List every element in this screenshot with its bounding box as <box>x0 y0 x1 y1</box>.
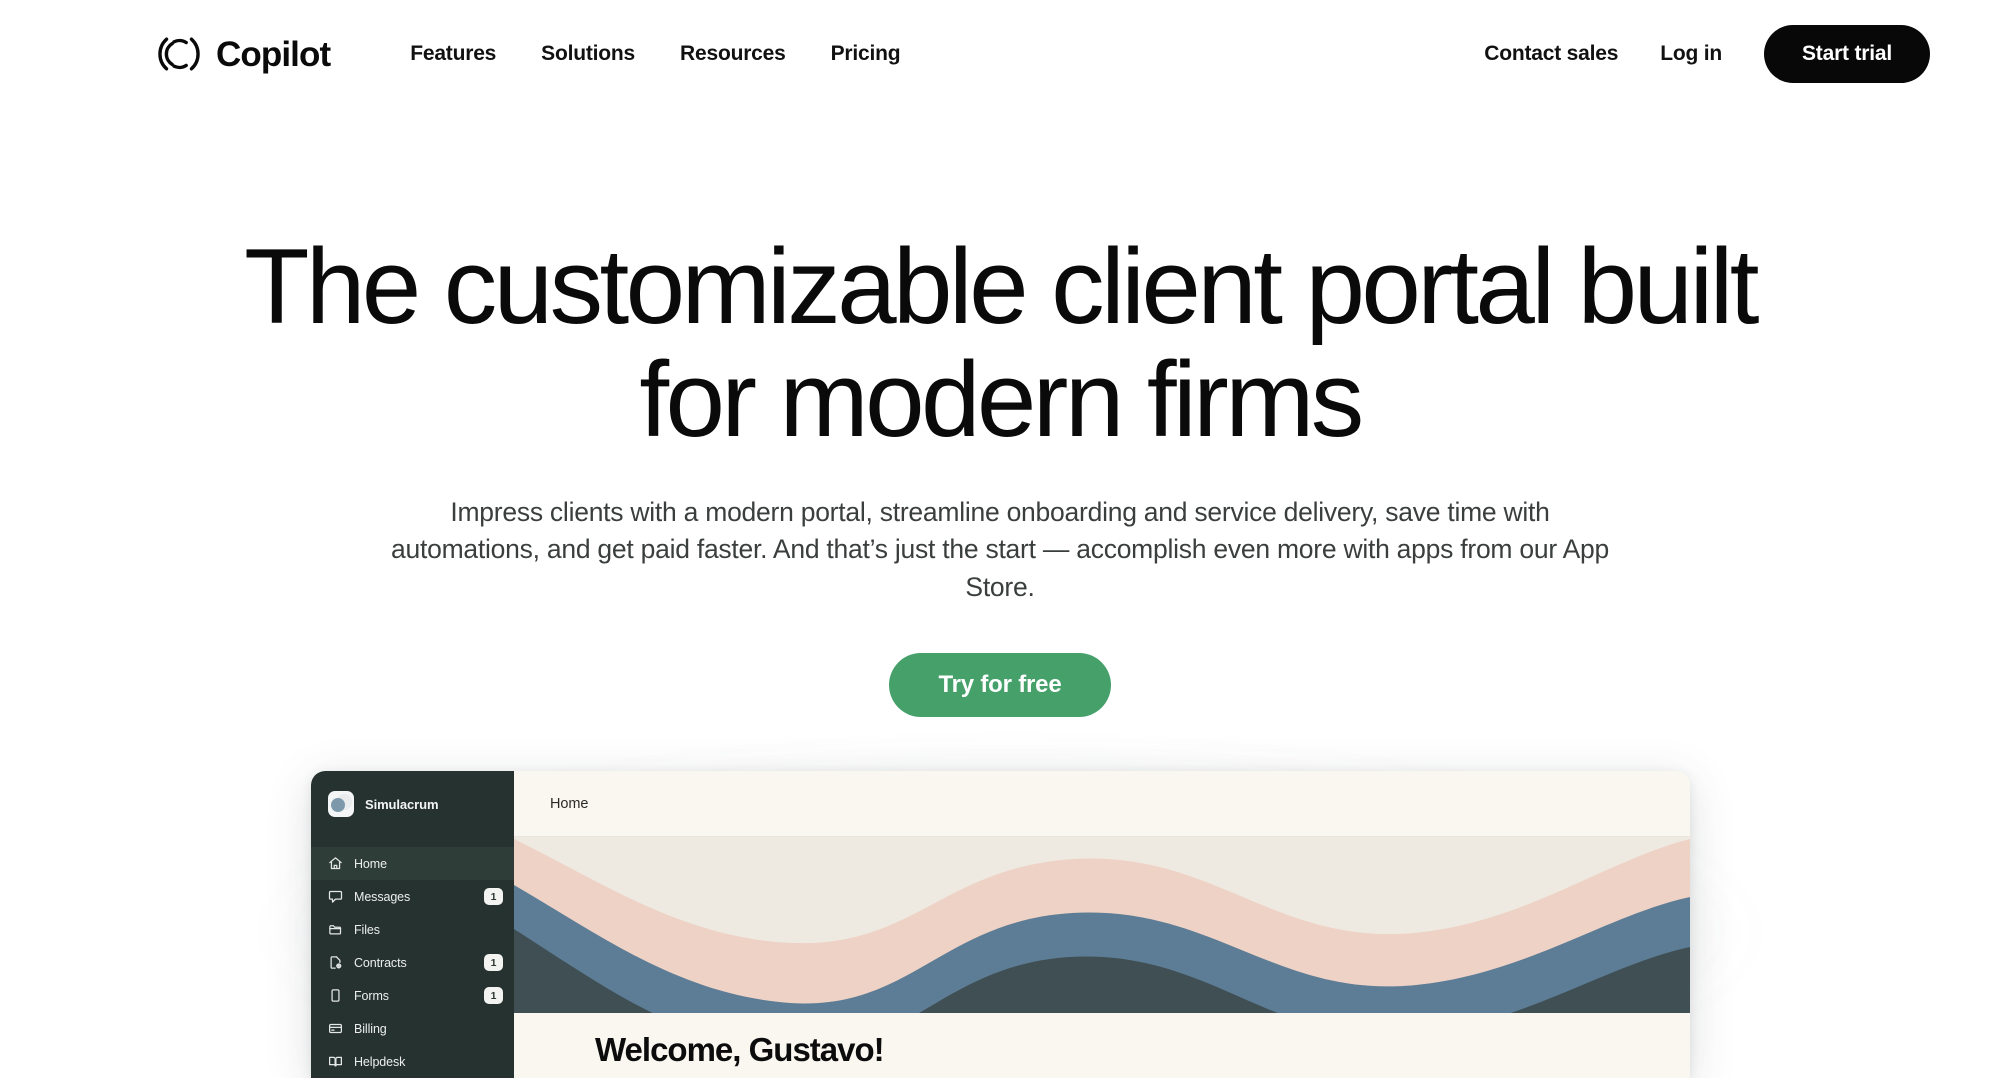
nav-item-resources[interactable]: Resources <box>680 42 786 66</box>
sidebar-label-messages: Messages <box>354 889 411 904</box>
nav-item-features[interactable]: Features <box>410 42 496 66</box>
sidebar-item-files[interactable]: Files <box>311 913 514 946</box>
app-main-area: Home Welcome, Gustavo! <box>514 771 1690 1078</box>
hero-cta-wrapper: Try for free <box>0 652 2000 717</box>
sidebar-badge-forms: 1 <box>484 987 503 1004</box>
workspace-avatar-icon <box>328 791 354 817</box>
sidebar-badge-contracts: 1 <box>484 954 503 971</box>
billing-icon <box>328 1023 342 1034</box>
app-content-body: Welcome, Gustavo! <box>514 1013 1690 1068</box>
try-for-free-button[interactable]: Try for free <box>888 652 1112 717</box>
app-banner-waves <box>514 837 1690 1013</box>
wave-graphic-icon <box>514 837 1690 1013</box>
sidebar-item-contracts[interactable]: Contracts 1 <box>311 946 514 979</box>
main-navigation: Features Solutions Resources Pricing <box>410 42 900 66</box>
helpdesk-icon <box>329 1056 342 1067</box>
sidebar-label-forms: Forms <box>354 988 389 1003</box>
contract-icon <box>330 956 342 969</box>
nav-item-pricing[interactable]: Pricing <box>831 42 901 66</box>
form-icon <box>331 989 340 1002</box>
workspace-switcher[interactable]: Simulacrum <box>311 771 514 837</box>
start-trial-button[interactable]: Start trial <box>1764 25 1930 83</box>
copilot-dashed-circle-logo-icon <box>158 37 200 71</box>
sidebar-item-messages[interactable]: Messages 1 <box>311 880 514 913</box>
sidebar-badge-messages: 1 <box>484 888 503 905</box>
log-in-link[interactable]: Log in <box>1660 42 1722 66</box>
hero-headline: The customizable client portal built for… <box>244 226 1759 459</box>
app-sidebar: Simulacrum Home Messages 1 Files Contrac… <box>311 771 514 1078</box>
header-actions: Contact sales Log in Start trial <box>1484 25 1930 83</box>
sidebar-label-home: Home <box>354 856 387 871</box>
home-icon <box>329 857 342 870</box>
sidebar-label-billing: Billing <box>354 1021 387 1036</box>
sidebar-item-home[interactable]: Home <box>311 847 514 880</box>
app-breadcrumb: Home <box>550 795 589 812</box>
site-header: Copilot Features Solutions Resources Pri… <box>0 0 2000 108</box>
nav-item-solutions[interactable]: Solutions <box>541 42 635 66</box>
sidebar-label-files: Files <box>354 922 380 937</box>
contact-sales-link[interactable]: Contact sales <box>1484 42 1618 66</box>
app-preview-window: Simulacrum Home Messages 1 Files Contrac… <box>311 771 1690 1078</box>
folder-icon <box>329 925 342 935</box>
landing-page: Copilot Features Solutions Resources Pri… <box>0 0 2000 1078</box>
brand-logo[interactable]: Copilot <box>156 31 331 77</box>
welcome-title: Welcome, Gustavo! <box>595 1031 885 1068</box>
message-icon <box>328 890 343 903</box>
sidebar-item-forms[interactable]: Forms 1 <box>311 979 514 1012</box>
sidebar-item-billing[interactable]: Billing <box>311 1012 514 1045</box>
sidebar-label-contracts: Contracts <box>354 955 407 970</box>
app-sidebar-nav: Home Messages 1 Files Contracts 1 Forms … <box>311 837 514 1078</box>
workspace-name: Simulacrum <box>365 796 439 812</box>
app-topbar: Home <box>514 771 1690 837</box>
hero-subheadline: Impress clients with a modern portal, st… <box>391 496 1609 602</box>
brand-name: Copilot <box>216 34 331 74</box>
hero-section: The customizable client portal built for… <box>0 108 2000 717</box>
sidebar-label-helpdesk: Helpdesk <box>354 1054 406 1069</box>
sidebar-item-helpdesk[interactable]: Helpdesk <box>311 1045 514 1078</box>
